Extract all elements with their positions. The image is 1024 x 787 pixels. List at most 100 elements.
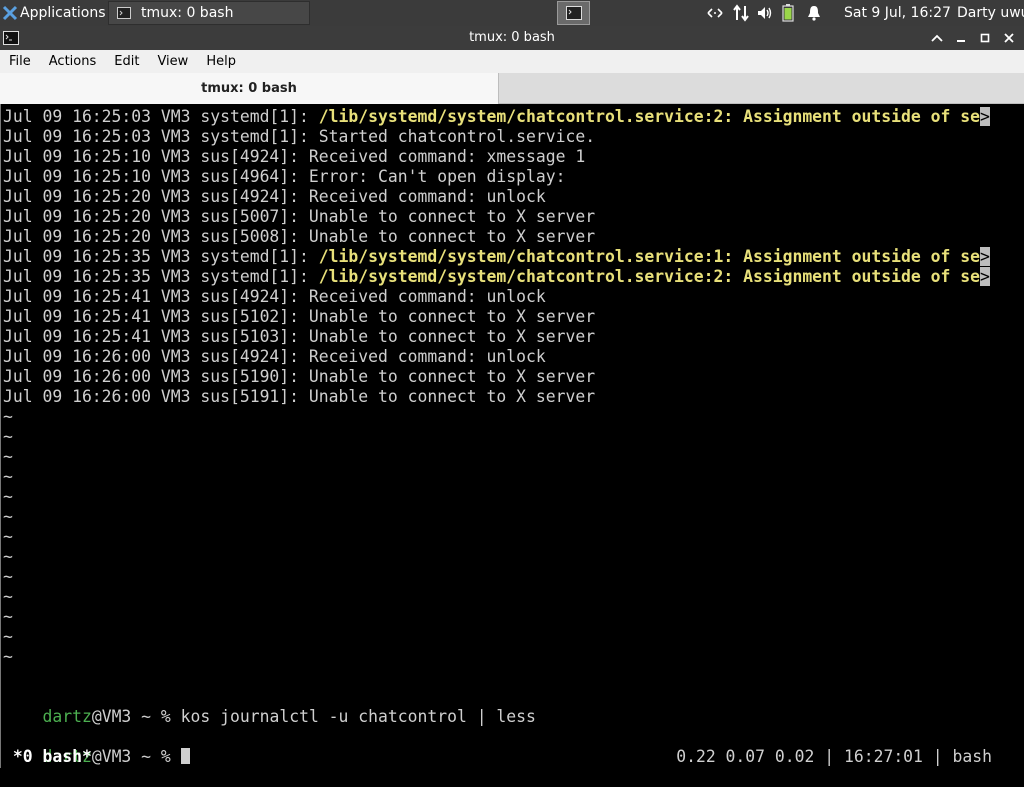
log-prefix: Jul 09 16:25:20 VM3 sus[4924]: [3,187,309,206]
log-line: Jul 09 16:25:20 VM3 sus[4924]: Received … [3,187,546,207]
log-prefix: Jul 09 16:25:41 VM3 sus[5103]: [3,327,309,346]
log-line: Jul 09 16:25:10 VM3 sus[4924]: Received … [3,147,585,167]
log-line: Jul 09 16:26:00 VM3 sus[5190]: Unable to… [3,367,595,387]
log-prefix: Jul 09 16:25:41 VM3 sus[4924]: [3,287,309,306]
log-line: Jul 09 16:26:00 VM3 sus[4924]: Received … [3,347,546,367]
log-prefix: Jul 09 16:25:20 VM3 sus[5008]: [3,227,309,246]
bell-icon[interactable] [806,5,822,21]
menubar: File Actions Edit View Help [0,50,1024,73]
tab-bar: tmux: 0 bash [0,73,1024,104]
current-prompt-line[interactable]: dartz@VM3 ~ % [3,727,190,766]
log-message: Unable to connect to X server [308,327,596,346]
truncation-marker: > [979,267,990,286]
applications-menu[interactable]: Applications [0,0,106,26]
previous-command: kos journalctl -u chatcontrol | less [180,707,536,726]
menu-edit[interactable]: Edit [105,50,148,73]
volume-icon[interactable] [756,5,774,21]
log-line: Jul 09 16:25:41 VM3 sus[4924]: Received … [3,287,546,307]
network-icon[interactable] [706,6,724,20]
tmux-window-status[interactable]: *0 bash* [3,747,92,767]
log-message: /lib/systemd/system/chatcontrol.service:… [318,267,980,286]
truncation-marker: > [979,107,990,126]
maximize-button[interactable] [976,29,994,47]
terminal-icon [565,6,582,20]
truncation-marker: > [979,247,990,266]
window-titlebar[interactable]: tmux: 0 bash [0,26,1024,50]
close-button[interactable] [1000,29,1018,47]
xfce-logo-icon [2,5,18,21]
shade-button[interactable] [928,29,946,47]
chevron-up-icon [931,34,943,42]
tilde-filler: ~ [3,447,13,466]
taskbar-item-label: tmux: 0 bash [141,5,234,21]
log-message: Unable to connect to X server [308,387,596,406]
tilde-filler: ~ [3,487,13,506]
maximize-icon [980,33,990,43]
tilde-filler: ~ [3,607,13,626]
transfer-icon[interactable] [732,4,750,22]
terminal-area[interactable]: Jul 09 16:25:03 VM3 systemd[1]: /lib/sys… [0,104,1024,768]
system-tray [706,0,822,26]
user-menu[interactable]: Darty uwu [957,0,1024,26]
log-message: /lib/systemd/system/chatcontrol.service:… [318,107,980,126]
log-line: Jul 09 16:25:35 VM3 systemd[1]: /lib/sys… [3,247,990,267]
log-line: Jul 09 16:25:10 VM3 sus[4964]: Error: Ca… [3,167,566,187]
window-controls [928,26,1018,50]
log-message: Unable to connect to X server [308,207,596,226]
battery-icon[interactable] [782,4,794,22]
workspace-terminal-button[interactable] [557,1,590,25]
tilde-filler: ~ [3,567,13,586]
command-history-line: dartz@VM3 ~ % kos journalctl -u chatcont… [3,687,535,726]
terminal-scrollbar[interactable] [1016,104,1024,768]
tab-tmux-bash[interactable]: tmux: 0 bash [0,73,499,104]
log-line: Jul 09 16:25:41 VM3 sus[5102]: Unable to… [3,307,595,327]
log-message: Error: Can't open display: [308,167,566,186]
tilde-filler: ~ [3,627,13,646]
log-line: Jul 09 16:25:03 VM3 systemd[1]: Started … [3,127,595,147]
log-message: Started chatcontrol.service. [318,127,596,146]
tilde-filler: ~ [3,427,13,446]
log-line: Jul 09 16:25:20 VM3 sus[5007]: Unable to… [3,207,595,227]
log-prefix: Jul 09 16:25:20 VM3 sus[5007]: [3,207,309,226]
log-message: /lib/systemd/system/chatcontrol.service:… [318,247,980,266]
clock[interactable]: Sat 9 Jul, 16:27 [844,0,951,26]
tilde-filler: ~ [3,587,13,606]
text-cursor [180,748,190,764]
applications-label: Applications [20,5,106,21]
menu-help[interactable]: Help [197,50,245,73]
window-title: tmux: 0 bash [469,30,555,45]
log-message: Unable to connect to X server [308,307,596,326]
log-prefix: Jul 09 16:25:35 VM3 systemd[1]: [3,247,319,266]
log-message: Received command: xmessage 1 [308,147,586,166]
log-prefix: Jul 09 16:25:41 VM3 sus[5102]: [3,307,309,326]
log-message: Unable to connect to X server [308,227,596,246]
menu-file[interactable]: File [0,50,40,73]
log-prefix: Jul 09 16:25:03 VM3 systemd[1]: [3,127,319,146]
prompt-suffix: ~ % [131,707,181,726]
log-message: Received command: unlock [308,347,546,366]
log-message: Unable to connect to X server [308,367,596,386]
taskbar-item-tmux[interactable]: tmux: 0 bash [108,1,310,25]
prompt-user: dartz [42,707,92,726]
log-prefix: Jul 09 16:26:00 VM3 sus[5191]: [3,387,309,406]
log-prefix: Jul 09 16:25:35 VM3 systemd[1]: [3,267,319,286]
prompt-host: @VM3 [91,707,132,726]
menu-view[interactable]: View [148,50,197,73]
log-line: Jul 09 16:25:20 VM3 sus[5008]: Unable to… [3,227,595,247]
prompt-host: @VM3 [91,747,132,766]
tmux-status-right: 0.22 0.07 0.02 | 16:27:01 | bash [676,747,992,766]
log-prefix: Jul 09 16:26:00 VM3 sus[4924]: [3,347,309,366]
tilde-filler: ~ [3,467,13,486]
menu-actions[interactable]: Actions [40,50,106,73]
log-message: Received command: unlock [308,287,546,306]
tilde-filler: ~ [3,407,13,426]
minimize-button[interactable] [952,29,970,47]
prompt-suffix: ~ % [131,747,181,766]
log-message: Received command: unlock [308,187,546,206]
terminal-icon [117,7,131,19]
log-prefix: Jul 09 16:26:00 VM3 sus[5190]: [3,367,309,386]
log-line: Jul 09 16:26:00 VM3 sus[5191]: Unable to… [3,387,595,407]
log-line: Jul 09 16:25:35 VM3 systemd[1]: /lib/sys… [3,267,990,287]
log-prefix: Jul 09 16:25:03 VM3 systemd[1]: [3,107,319,126]
close-icon [1004,33,1014,43]
